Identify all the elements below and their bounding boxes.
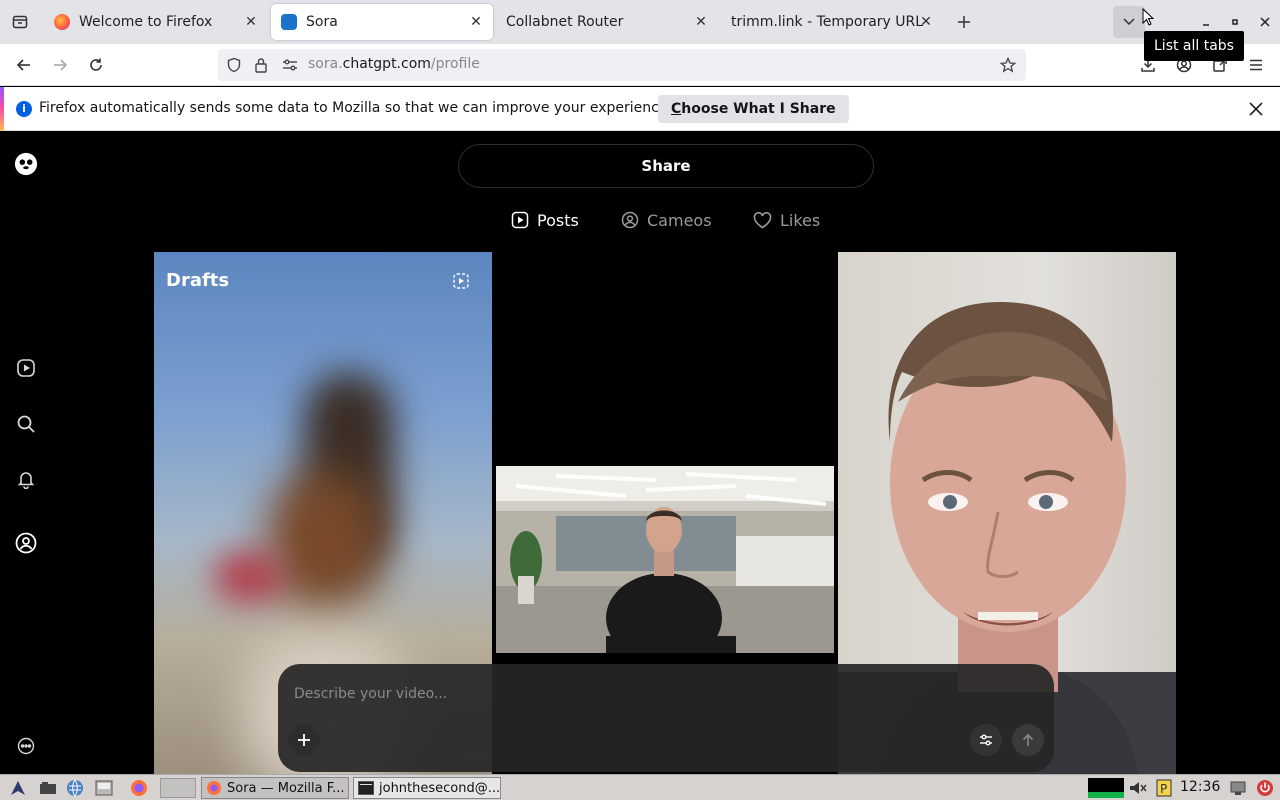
tab-sora[interactable]: Sora ✕ — [271, 4, 493, 40]
tab-title: Sora — [306, 14, 338, 30]
more-options-icon[interactable] — [14, 734, 38, 758]
start-menu-icon[interactable] — [8, 778, 28, 798]
play-square-icon — [511, 211, 529, 229]
tab-strip: Welcome to Firefox ✕ Sora ✕ Collabnet Ro… — [0, 0, 1280, 44]
taskbar-window-terminal[interactable]: johnthesecond@... — [353, 777, 501, 799]
close-tab-icon[interactable]: ✕ — [692, 13, 710, 31]
svg-text:P: P — [1160, 782, 1167, 796]
close-window-icon[interactable] — [1255, 12, 1275, 32]
drafts-label: Drafts — [166, 270, 230, 291]
prompt-input[interactable]: Describe your video... — [294, 686, 447, 702]
list-all-tabs-chevron-icon[interactable] — [1113, 6, 1145, 38]
navigation-toolbar: sora.chatgpt.com/profile — [0, 44, 1280, 86]
tab-title: trimm.link - Temporary URL — [731, 14, 924, 30]
sora-logo-icon[interactable] — [14, 152, 38, 176]
bookmark-star-icon[interactable] — [998, 55, 1018, 75]
power-icon[interactable] — [1255, 778, 1275, 798]
new-tab-plus-icon[interactable] — [950, 8, 978, 36]
forward-arrow-icon[interactable] — [46, 51, 74, 79]
reload-icon[interactable] — [82, 51, 110, 79]
taskbar-clock[interactable]: 12:36 — [1180, 779, 1220, 795]
choose-what-i-share-button[interactable]: Choose What I Share — [658, 95, 849, 123]
firefox-launcher-icon[interactable] — [129, 778, 149, 798]
info-icon: i — [16, 101, 32, 117]
heart-icon — [753, 211, 772, 228]
file-manager-icon[interactable] — [94, 778, 114, 798]
profile-icon[interactable] — [14, 531, 38, 555]
globe-launcher-icon[interactable] — [65, 778, 85, 798]
firefox-icon — [54, 14, 70, 30]
tab-collabnet-router[interactable]: Collabnet Router ✕ — [496, 4, 718, 40]
tab-trimm-link[interactable]: trimm.link - Temporary URL ✕ — [721, 4, 943, 40]
close-tab-icon[interactable]: ✕ — [467, 13, 485, 31]
desktop-taskbar: Sora — Mozilla F... johnthesecond@... P … — [0, 774, 1280, 800]
url-path: /profile — [430, 56, 480, 72]
taskbar-window-firefox[interactable]: Sora — Mozilla F... — [201, 777, 349, 799]
user-circle-icon — [621, 211, 639, 229]
url-domain: chatgpt.com — [342, 56, 431, 72]
search-icon[interactable] — [14, 412, 38, 436]
share-profile-button[interactable]: Share — [458, 144, 874, 188]
lock-icon[interactable] — [251, 55, 271, 75]
video-feed-icon[interactable] — [14, 356, 38, 380]
empty-launcher-slot[interactable] — [160, 778, 196, 798]
sora-icon — [281, 14, 297, 30]
tab-label: Cameos — [647, 210, 712, 230]
tab-welcome-to-firefox[interactable]: Welcome to Firefox ✕ — [44, 4, 268, 40]
list-all-tabs-tooltip: List all tabs — [1144, 31, 1244, 61]
network-icon[interactable] — [1228, 778, 1248, 798]
site-permissions-icon[interactable] — [280, 55, 300, 75]
task-label: johnthesecond@... — [379, 780, 501, 796]
volume-speaker-icon[interactable] — [1128, 778, 1148, 798]
close-tab-icon[interactable]: ✕ — [917, 13, 935, 31]
hamburger-menu-icon[interactable] — [1242, 51, 1270, 79]
package-updater-icon[interactable]: P — [1154, 778, 1174, 798]
blurred-thumbnail-shape — [269, 472, 379, 612]
settings-sliders-icon[interactable] — [970, 724, 1002, 756]
task-label: Sora — Mozilla F... — [227, 780, 345, 796]
minimize-icon[interactable] — [1196, 12, 1216, 32]
tab-posts[interactable]: Posts — [511, 208, 579, 232]
tracking-shield-icon[interactable] — [224, 55, 244, 75]
submit-arrow-up-icon[interactable] — [1012, 724, 1044, 756]
video-prompt-composer[interactable]: Describe your video... — [278, 664, 1054, 772]
data-collection-notification: i Firefox automatically sends some data … — [0, 87, 1280, 131]
office-scene-image — [496, 466, 834, 653]
maximize-icon[interactable] — [1225, 12, 1245, 32]
tab-title: Collabnet Router — [506, 14, 624, 30]
sora-profile-page: Share Posts Cameos Likes Drafts Describe… — [0, 132, 1280, 774]
close-notification-icon[interactable] — [1244, 97, 1268, 121]
drafts-stack-icon — [452, 272, 472, 292]
add-attachment-plus-icon[interactable] — [288, 724, 320, 756]
tab-label: Likes — [780, 210, 821, 230]
blurred-thumbnail-shape — [214, 552, 284, 602]
tab-cameos[interactable]: Cameos — [621, 208, 712, 232]
url-bar[interactable]: sora.chatgpt.com/profile — [218, 49, 1026, 81]
firefox-view-icon[interactable] — [6, 8, 34, 36]
notifications-bell-icon[interactable] — [14, 467, 38, 491]
notification-message: Firefox automatically sends some data to… — [39, 100, 672, 116]
notification-accent-stripe — [0, 87, 4, 131]
tab-likes[interactable]: Likes — [753, 208, 820, 232]
cpu-monitor-graph — [1088, 778, 1124, 798]
mouse-cursor-icon — [1142, 8, 1154, 26]
back-arrow-icon[interactable] — [10, 51, 38, 79]
button-accesskey: C — [671, 101, 682, 117]
terminal-icon — [358, 781, 374, 795]
tab-label: Posts — [537, 210, 579, 230]
show-desktop-icon[interactable] — [38, 778, 58, 798]
button-label: hoose What I Share — [681, 101, 836, 117]
video-thumbnail-office[interactable] — [496, 466, 834, 653]
url-host: sora. — [308, 56, 343, 72]
close-tab-icon[interactable]: ✕ — [242, 13, 260, 31]
tab-title: Welcome to Firefox — [79, 14, 213, 30]
url-text[interactable]: sora.chatgpt.com/profile — [308, 56, 480, 72]
firefox-icon — [207, 781, 221, 795]
